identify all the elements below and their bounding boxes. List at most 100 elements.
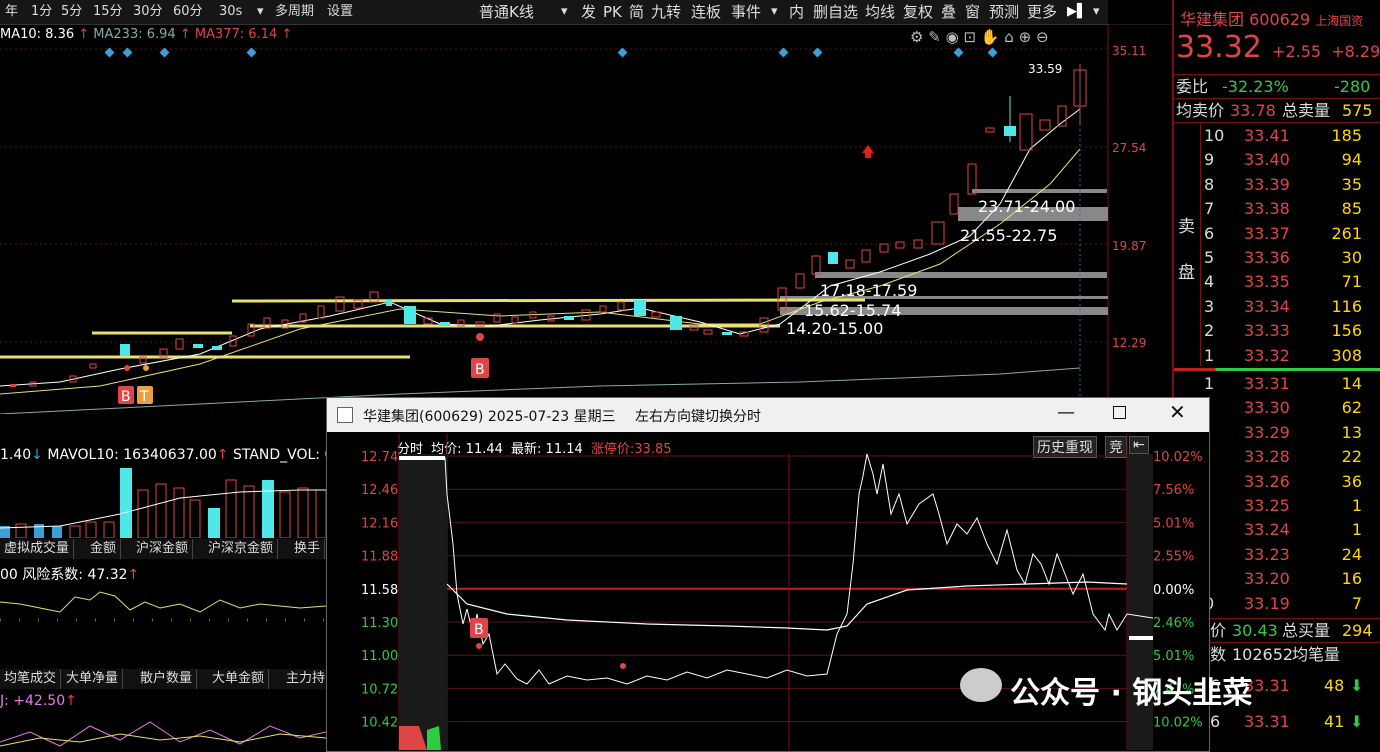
volume-bar: [15, 523, 27, 538]
maximize-icon[interactable]: [1113, 406, 1126, 419]
tool-events[interactable]: 事件: [728, 0, 764, 24]
price-tick: 12.16: [361, 516, 398, 531]
tab-retail-count[interactable]: 散户数量: [136, 669, 198, 689]
remove-watchlist-button[interactable]: 删自选: [810, 0, 861, 24]
bid-price: 33.24: [1244, 520, 1290, 540]
ask-level: 9: [1204, 150, 1215, 170]
count-value: 102652: [1232, 645, 1294, 664]
stock-header: 华建集团 600629 上海国资: [1180, 6, 1363, 30]
volume-bar: [69, 525, 81, 538]
price-tick: 12.74: [361, 450, 398, 465]
ask-level: 10: [1204, 126, 1225, 145]
ask-row[interactable]: 3 33.34 116: [1174, 295, 1380, 319]
tool-forecast[interactable]: 预测: [986, 0, 1022, 24]
signal-dot: [124, 365, 130, 371]
period-30min[interactable]: 30分: [130, 0, 166, 24]
down-arrow-icon: ⬇: [1350, 676, 1364, 695]
ask-row[interactable]: 4 33.35 71: [1174, 270, 1380, 294]
j-label: J: +42.50: [0, 693, 66, 709]
ask-row[interactable]: 8 33.39 35: [1174, 173, 1380, 197]
events-dropdown-icon[interactable]: ▾: [768, 0, 781, 24]
ask-row[interactable]: 10 33.41 185: [1174, 124, 1380, 148]
ask-price: 33.36: [1244, 248, 1290, 267]
wechat-icon: [960, 668, 1002, 702]
ask-level: 3: [1204, 296, 1215, 316]
pct-tick: 5.01%: [1153, 516, 1194, 531]
tab-main-hold[interactable]: 主力持: [282, 669, 331, 689]
tool-simple[interactable]: 简: [626, 0, 647, 24]
tool-adjust[interactable]: 复权: [900, 0, 936, 24]
volume-bar: [243, 485, 255, 538]
bid-price: 33.28: [1244, 447, 1290, 467]
tick-price: 33.31: [1244, 712, 1290, 731]
ask-row[interactable]: 2 33.33 156: [1174, 319, 1380, 343]
bid-level: 1: [1204, 374, 1215, 393]
period-60min[interactable]: 60分: [170, 0, 206, 24]
kline-type-select[interactable]: 普通K线: [476, 0, 537, 24]
popup-titlebar[interactable]: 华建集团(600629) 2025-07-23 星期三 左右方向键切换分时 — …: [327, 398, 1209, 432]
tool-overlay[interactable]: 叠: [938, 0, 959, 24]
more-button[interactable]: 更多: [1024, 0, 1060, 24]
tab-amount[interactable]: 金额: [86, 539, 122, 559]
j-legend: J: +42.50↑: [0, 693, 77, 709]
ask-level: 6: [1204, 223, 1215, 243]
ask-row[interactable]: 9 33.40 94: [1174, 148, 1380, 172]
pct-tick: 2.55%: [1153, 550, 1194, 565]
period-1min[interactable]: 1分: [28, 0, 55, 24]
tool-inner[interactable]: 内: [786, 0, 807, 24]
tab-big-amount[interactable]: 大单金额: [208, 669, 270, 689]
price-tick: 11.58: [361, 583, 398, 598]
opening-auction-area: [399, 454, 447, 750]
ask-level: 8: [1204, 174, 1215, 194]
volume-bar: [279, 491, 291, 538]
minimize-icon[interactable]: —: [1057, 402, 1075, 423]
tool-window[interactable]: 窗: [962, 0, 983, 24]
zone-label: 21.55-22.75: [960, 226, 1057, 245]
tab-virtual-volume[interactable]: 虚拟成交量: [0, 539, 75, 559]
bid-volume: 7: [1351, 593, 1362, 613]
period-30s[interactable]: 30s: [216, 0, 245, 24]
ask-price: 33.34: [1244, 296, 1290, 316]
popup-hint: 左右方向键切换分时: [635, 409, 761, 425]
ask-row[interactable]: 7 33.38 85: [1174, 197, 1380, 221]
b-marker-label: B: [475, 362, 485, 378]
period-dropdown-icon[interactable]: ▾: [254, 0, 267, 24]
bid-volume: 62: [1341, 398, 1362, 418]
stock-tag[interactable]: 上海国资: [1315, 14, 1363, 28]
ask-row[interactable]: 5 33.36 30: [1174, 246, 1380, 270]
signal-diamond: [246, 47, 257, 58]
down-arrow-icon: ⬇: [1350, 712, 1364, 731]
tool-ma[interactable]: 均线: [862, 0, 898, 24]
period-5min[interactable]: 5分: [58, 0, 85, 24]
tool-fa[interactable]: 发: [578, 0, 599, 24]
price-change: +2.55: [1272, 42, 1322, 61]
tab-avg-trade[interactable]: 均笔成交: [0, 669, 62, 689]
settings-button[interactable]: 设置: [324, 0, 356, 24]
tool-pk[interactable]: PK: [600, 0, 625, 24]
menu-dropdown-icon[interactable]: ▾: [1090, 0, 1103, 24]
total-buy-value: 294: [1342, 621, 1373, 640]
ask-row[interactable]: 1 33.32 308: [1174, 344, 1380, 368]
multi-period-button[interactable]: 多周期: [272, 0, 317, 24]
pct-tick: 10.02%: [1153, 716, 1203, 731]
zone-label: 17.18-17.59: [820, 281, 917, 300]
bid-row[interactable]: 1 33.31 14: [1174, 372, 1380, 396]
tool-lianban[interactable]: 连板: [688, 0, 724, 24]
kline-chart[interactable]: 35.11 27.54 19.87 12.29 23.71-24.00 21.5…: [0, 24, 1172, 414]
period-15min[interactable]: 15分: [90, 0, 126, 24]
kline-type-dropdown-icon[interactable]: ▾: [558, 0, 571, 24]
zone-bar: [815, 272, 1107, 278]
close-icon[interactable]: ✕: [1169, 400, 1186, 424]
tab-big-net[interactable]: 大单净量: [62, 669, 124, 689]
ask-volume: 85: [1341, 199, 1362, 219]
bid-volume: 36: [1341, 471, 1362, 491]
tab-turnover[interactable]: 换手: [290, 539, 326, 559]
price-block: 33.32 +2.55 +8.29%: [1176, 30, 1380, 65]
tab-hs-amount[interactable]: 沪深金额: [132, 539, 194, 559]
ask-row[interactable]: 6 33.37 261: [1174, 222, 1380, 246]
volume-bar: [120, 468, 132, 538]
tool-jiuzhuan[interactable]: 九转: [648, 0, 684, 24]
expand-icon[interactable]: ▶▌: [1064, 0, 1090, 24]
tab-hsj-amount[interactable]: 沪深京金额: [204, 539, 279, 559]
period-year[interactable]: 年: [2, 0, 21, 24]
